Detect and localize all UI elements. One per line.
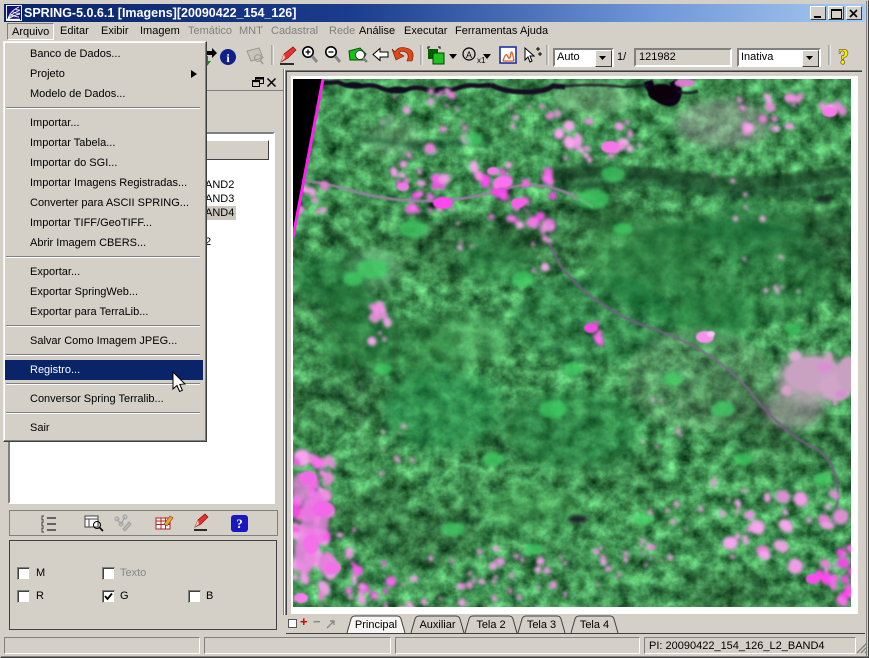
- svg-text:Auxiliar: Auxiliar: [419, 619, 455, 631]
- svg-text:Tela 4: Tela 4: [580, 619, 609, 631]
- svg-text:x1: x1: [477, 56, 486, 65]
- svg-text:Principal: Principal: [355, 619, 397, 631]
- svg-text:Tela 3: Tela 3: [527, 619, 556, 631]
- svg-text:A: A: [466, 50, 472, 60]
- svg-text:?: ?: [236, 516, 243, 531]
- svg-text:?: ?: [838, 44, 849, 69]
- svg-text:Tela 2: Tela 2: [476, 619, 505, 631]
